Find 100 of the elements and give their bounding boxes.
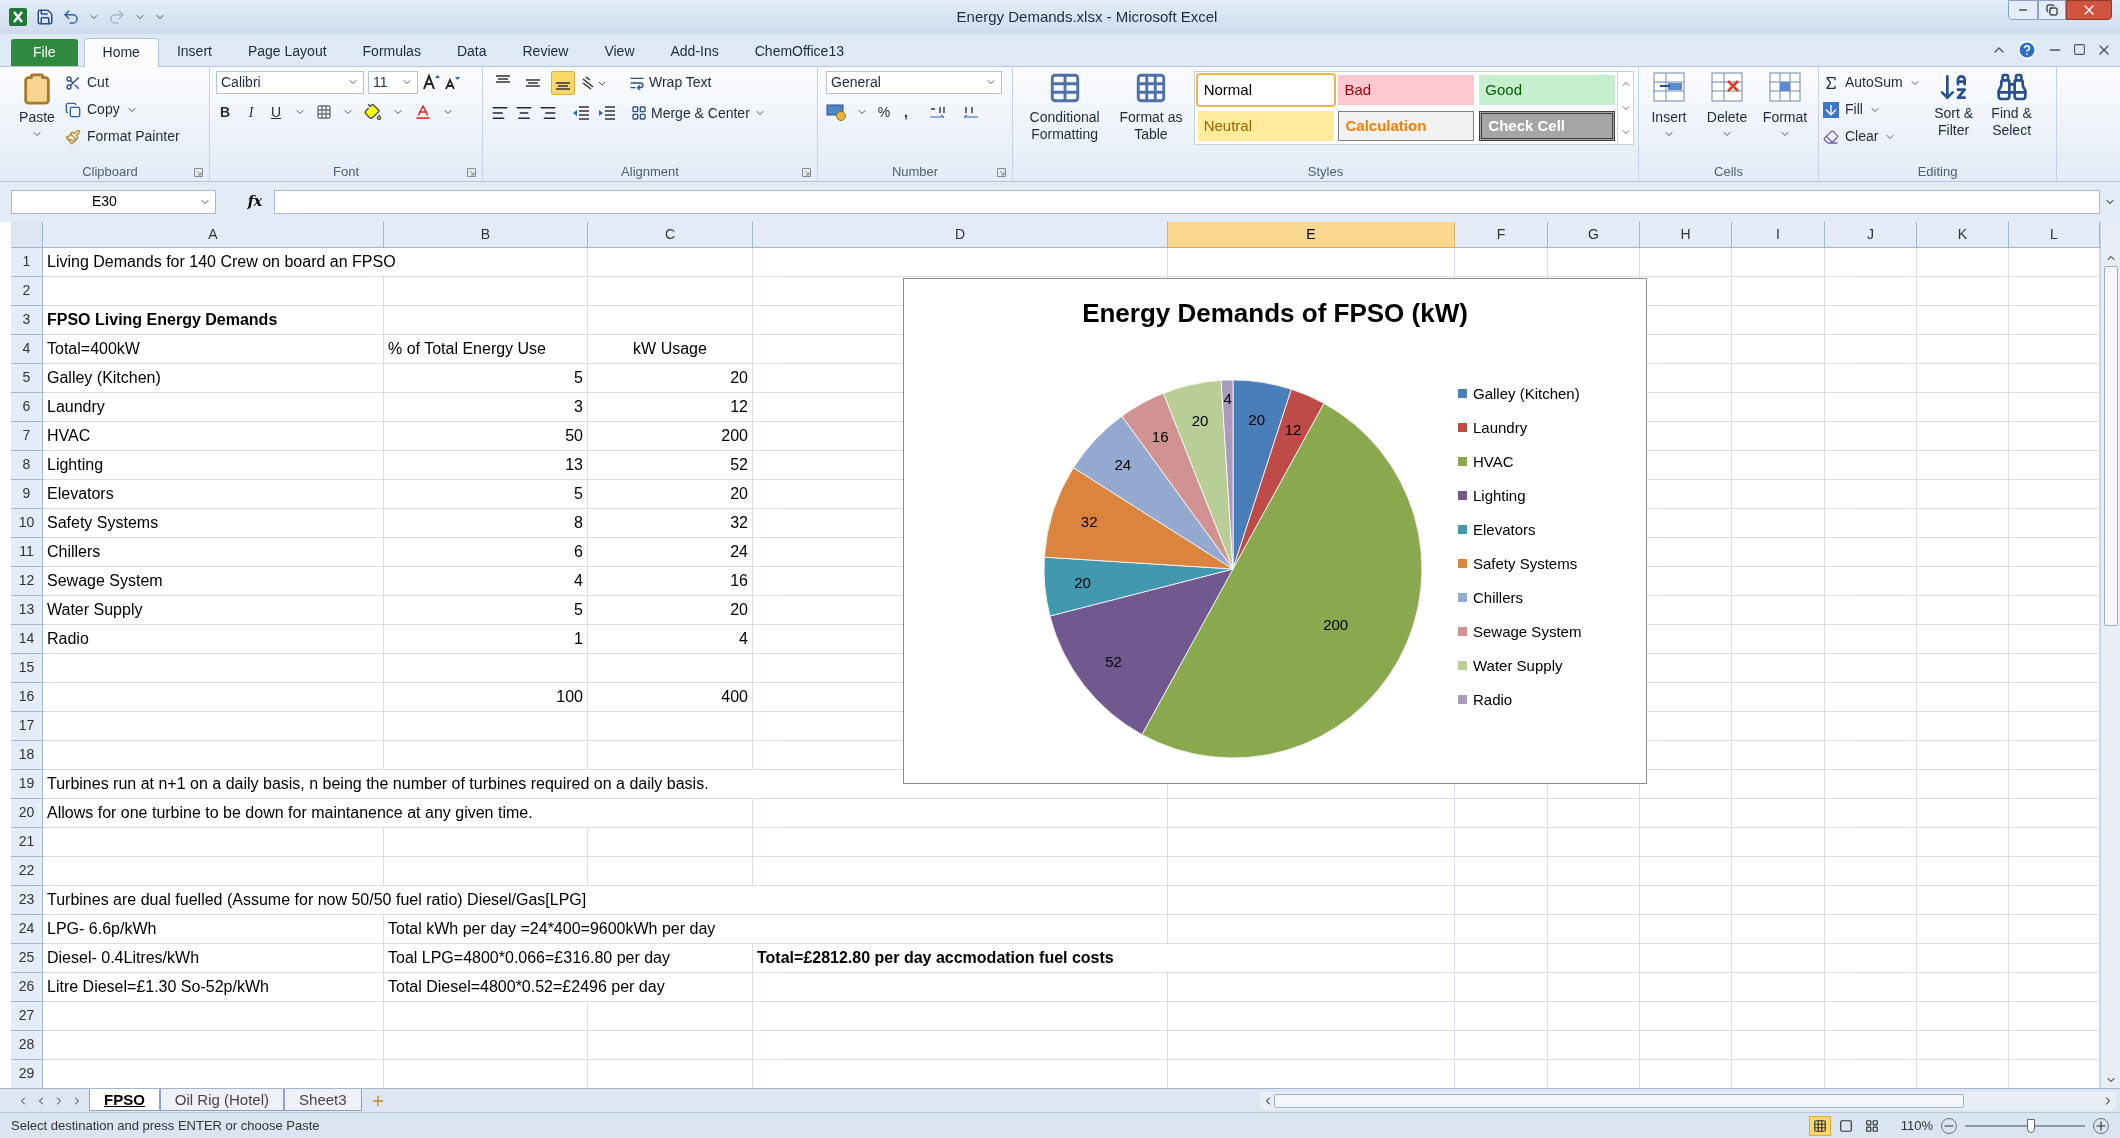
row-header[interactable]: 12 xyxy=(11,566,43,596)
sheet-tab[interactable]: Sheet3 xyxy=(284,1089,362,1112)
row-header[interactable]: 25 xyxy=(11,943,43,973)
row-header[interactable]: 3 xyxy=(11,305,43,335)
name-box[interactable]: E30 xyxy=(11,189,216,214)
merge-center-button[interactable]: Merge & Center xyxy=(631,102,766,124)
column-header[interactable]: E xyxy=(1168,221,1455,248)
row-header[interactable]: 22 xyxy=(11,856,43,886)
row-header[interactable]: 5 xyxy=(11,363,43,393)
row-header[interactable]: 18 xyxy=(11,740,43,770)
copy-button[interactable]: Copy xyxy=(65,97,180,122)
clear-button[interactable]: Clear xyxy=(1823,124,1921,149)
orientation-icon[interactable] xyxy=(581,74,607,91)
ribbon-tab[interactable]: Data xyxy=(438,36,505,66)
font-family-dropdown[interactable]: Calibri xyxy=(216,70,364,94)
cut-button[interactable]: Cut xyxy=(65,70,180,95)
column-header[interactable]: H xyxy=(1640,221,1732,248)
row-header[interactable]: 16 xyxy=(11,682,43,712)
comma-button[interactable]: , xyxy=(900,101,912,123)
row-header[interactable]: 1 xyxy=(11,247,43,277)
paste-button[interactable]: Paste xyxy=(15,70,59,149)
row-header[interactable]: 10 xyxy=(11,508,43,538)
row-header[interactable]: 7 xyxy=(11,421,43,451)
dialog-launcher-icon[interactable] xyxy=(194,167,203,177)
function-label[interactable]: fx xyxy=(240,191,270,213)
zoom-level[interactable]: 110% xyxy=(1900,1115,1933,1136)
grow-font-icon[interactable] xyxy=(422,73,440,92)
column-header[interactable]: D xyxy=(753,221,1168,248)
cells-button[interactable]: Format xyxy=(1759,70,1811,140)
sheet-tab[interactable]: FPSO xyxy=(89,1089,160,1112)
format-as-table-button[interactable]: Format as Table xyxy=(1118,70,1184,143)
ribbon-tab[interactable]: Formulas xyxy=(344,36,439,66)
vertical-scrollbar[interactable] xyxy=(2100,221,2120,1089)
row-header[interactable]: 28 xyxy=(11,1030,43,1060)
autosum-button[interactable]: AutoSum xyxy=(1823,70,1921,95)
row-header[interactable]: 11 xyxy=(11,537,43,567)
dialog-launcher-icon[interactable] xyxy=(802,167,811,177)
scrollbar-thumb[interactable] xyxy=(1273,1093,1964,1108)
cell-style-option[interactable]: Bad xyxy=(1338,74,1475,105)
dialog-launcher-icon[interactable] xyxy=(467,167,476,177)
vertical-align-button[interactable] xyxy=(551,70,575,95)
column-header[interactable]: B xyxy=(384,221,588,248)
row-header[interactable]: 9 xyxy=(11,479,43,509)
fill-color-icon[interactable] xyxy=(364,103,382,122)
format-painter-button[interactable]: Format Painter xyxy=(65,124,180,149)
row-header[interactable]: 29 xyxy=(11,1059,43,1089)
ribbon-tab[interactable]: View xyxy=(586,36,653,66)
ribbon-tab[interactable]: Insert xyxy=(158,36,230,66)
italic-button[interactable]: I xyxy=(244,101,258,123)
column-header[interactable]: J xyxy=(1825,221,1917,248)
help-icon[interactable] xyxy=(2017,39,2037,60)
scrollbar-thumb[interactable] xyxy=(2103,265,2118,626)
decrease-indent-icon[interactable] xyxy=(571,104,591,123)
shrink-font-icon[interactable] xyxy=(444,74,460,91)
row-header[interactable]: 4 xyxy=(11,334,43,364)
formula-input[interactable] xyxy=(274,189,2100,214)
wrap-text-button[interactable]: Wrap Text xyxy=(629,72,712,94)
column-header[interactable]: L xyxy=(2009,221,2100,248)
row-header[interactable]: 27 xyxy=(11,1001,43,1031)
font-color-icon[interactable] xyxy=(414,103,432,122)
borders-icon[interactable] xyxy=(316,104,332,121)
close-button[interactable] xyxy=(2066,0,2112,20)
row-header[interactable]: 23 xyxy=(11,885,43,915)
cells-button[interactable]: Insert xyxy=(1643,70,1695,140)
number-format-dropdown[interactable]: General xyxy=(826,70,1002,94)
column-header[interactable]: F xyxy=(1455,221,1548,248)
sheet-tab[interactable]: Oil Rig (Hotel) xyxy=(159,1089,285,1112)
row-header[interactable]: 17 xyxy=(11,711,43,741)
ribbon-tab[interactable]: Page Layout xyxy=(229,36,345,66)
bold-button[interactable]: B xyxy=(216,101,234,123)
underline-button[interactable]: U xyxy=(268,101,284,123)
column-header[interactable]: C xyxy=(588,221,753,248)
cell-style-option[interactable]: Normal xyxy=(1197,74,1334,105)
ribbon-tab[interactable]: ChemOffice13 xyxy=(736,36,862,66)
ribbon-tab[interactable]: Home xyxy=(83,37,159,67)
row-header[interactable]: 8 xyxy=(11,450,43,480)
restore-icon[interactable] xyxy=(2073,43,2086,57)
row-header[interactable]: 26 xyxy=(11,972,43,1002)
ribbon-tab[interactable]: Review xyxy=(504,36,587,66)
increase-indent-icon[interactable] xyxy=(597,104,617,123)
minimize-button[interactable] xyxy=(2008,0,2038,20)
percent-button[interactable]: % xyxy=(876,101,892,123)
row-header[interactable]: 6 xyxy=(11,392,43,422)
file-tab[interactable]: File xyxy=(11,38,78,66)
column-header[interactable]: K xyxy=(1917,221,2009,248)
conditional-formatting-button[interactable]: Conditional Formatting xyxy=(1017,70,1113,143)
column-header[interactable]: G xyxy=(1548,221,1640,248)
restore-button[interactable] xyxy=(2038,0,2066,20)
font-size-dropdown[interactable]: 11 xyxy=(368,70,418,94)
view-button[interactable] xyxy=(1808,1115,1831,1136)
sort-filter-button[interactable]: Sort & Filter xyxy=(1928,70,1979,149)
row-header[interactable]: 14 xyxy=(11,624,43,654)
row-header[interactable]: 20 xyxy=(11,798,43,828)
dialog-launcher-icon[interactable] xyxy=(997,167,1006,177)
fill-button[interactable]: Fill xyxy=(1823,97,1921,122)
find-select-button[interactable]: Find & Select xyxy=(1986,70,2037,149)
chart-area[interactable]: Energy Demands of FPSO (kW) 20 12 200 52 20 32 24 16 20 4 Galley (Kitchen) Laundry HVAC Lighting Elevators Safety Systems Chillers Sewage System Water Supply Radio xyxy=(903,277,1647,784)
row-header[interactable]: 15 xyxy=(11,653,43,683)
row-header[interactable]: 19 xyxy=(11,769,43,799)
save-icon[interactable] xyxy=(36,8,54,26)
